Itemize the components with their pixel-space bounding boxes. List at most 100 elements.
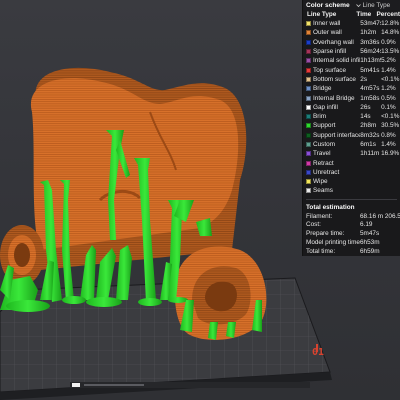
color-swatch bbox=[306, 21, 311, 27]
line-type-time: 1m58s bbox=[360, 94, 380, 102]
estimation-prepare-time: Prepare time: 5m47s bbox=[303, 229, 400, 238]
line-type-time: 26s bbox=[360, 103, 371, 111]
legend-row-inner-wall[interactable]: Inner wall 53m47s 12.8% bbox=[303, 19, 400, 28]
color-swatch bbox=[306, 114, 311, 120]
line-type-name: Support bbox=[313, 122, 336, 130]
line-type-name: Sparse infill bbox=[313, 48, 347, 56]
line-type-name: Seams bbox=[313, 187, 333, 195]
color-scheme-header: Color scheme Line Type bbox=[303, 0, 400, 10]
prepare-time-value: 5m47s bbox=[360, 230, 380, 238]
legend-row-overhang-wall[interactable]: Overhang wall 3m36s 0.9% bbox=[303, 38, 400, 47]
legend-row-gap-infill[interactable]: Gap infill 26s 0.1% bbox=[303, 103, 400, 112]
line-type-time: 53m47s bbox=[360, 20, 382, 28]
line-type-time: 2s bbox=[360, 75, 368, 83]
legend-row-custom[interactable]: Custom 6m1s 1.4% bbox=[303, 140, 400, 149]
total-time-label: Total time: bbox=[306, 247, 336, 255]
line-type-percent: 0.9% bbox=[381, 38, 396, 46]
legend-row-internal-bridge[interactable]: Internal Bridge 1m58s 0.5% bbox=[303, 93, 400, 102]
legend-row-wipe[interactable]: Wipe bbox=[303, 177, 400, 186]
total-estimation-title: Total estimation bbox=[306, 203, 355, 211]
total-time-value: 6h59m bbox=[360, 247, 380, 255]
color-swatch bbox=[306, 76, 311, 82]
cost-value: 6.19 bbox=[360, 221, 373, 229]
color-swatch bbox=[306, 169, 311, 175]
legend-row-brim[interactable]: Brim 14s <0.1% bbox=[303, 112, 400, 121]
filament-label: Filament: bbox=[306, 212, 333, 220]
color-swatch bbox=[306, 123, 311, 129]
line-type-percent: <0.1% bbox=[381, 75, 400, 83]
line-type-percent: <0.1% bbox=[381, 113, 400, 121]
line-type-name: Gap infill bbox=[313, 103, 338, 111]
line-type-name: Internal Bridge bbox=[313, 94, 355, 102]
legend-row-outer-wall[interactable]: Outer wall 1h2m 14.8% bbox=[303, 28, 400, 37]
line-type-name: Support interface bbox=[313, 131, 361, 139]
legend-row-internal-solid-infill[interactable]: Internal solid infill1h13m9s5.2% bbox=[303, 56, 400, 65]
color-swatch bbox=[306, 142, 311, 147]
prepare-time-label: Prepare time: bbox=[306, 230, 345, 238]
color-scheme-title: Color scheme bbox=[306, 1, 350, 9]
model-printing-time-value: 6h53m bbox=[360, 238, 380, 246]
line-type-percent: 0.8% bbox=[381, 131, 396, 139]
line-type-percent: 0.5% bbox=[381, 94, 396, 102]
line-type-percent: 0.1% bbox=[381, 103, 396, 111]
line-type-time: 1h2m bbox=[360, 29, 377, 37]
legend-row-travel[interactable]: Travel 1h11m 16.9% bbox=[303, 149, 400, 158]
color-swatch bbox=[306, 67, 311, 73]
divider bbox=[306, 198, 397, 200]
model-printing-time-label: Model printing time: bbox=[306, 238, 360, 246]
estimation-total-time: Total time: 6h59m bbox=[303, 247, 400, 256]
line-type-name: Internal solid infill bbox=[313, 57, 361, 65]
line-type-time: 5m41s bbox=[360, 66, 380, 74]
legend-row-sparse-infill[interactable]: Sparse infill 56m24s 13.5% bbox=[303, 47, 400, 56]
legend-row-support-interface[interactable]: Support interface 8m32s 0.8% bbox=[303, 131, 400, 140]
legend-row-seams[interactable]: Seams bbox=[303, 186, 400, 195]
line-type-time: 1h13m9s bbox=[360, 57, 381, 65]
color-swatch bbox=[306, 179, 311, 185]
line-type-dropdown[interactable]: Line Type bbox=[355, 1, 391, 9]
line-type-name: Brim bbox=[313, 113, 327, 121]
estimation-model-time: Model printing time: 6h53m bbox=[303, 238, 400, 247]
color-swatch bbox=[306, 39, 311, 45]
line-type-name: Custom bbox=[313, 141, 336, 148]
line-type-time: 1h11m bbox=[360, 150, 380, 158]
color-scheme-panel: Color scheme Line Type Line Type Time Pe… bbox=[302, 0, 400, 256]
line-type-name: Outer wall bbox=[313, 29, 342, 37]
color-swatch bbox=[306, 104, 311, 110]
line-type-time: 8m32s bbox=[360, 131, 380, 139]
color-swatch bbox=[306, 188, 311, 194]
line-type-name: Overhang wall bbox=[313, 38, 354, 46]
line-type-time: 14s bbox=[360, 113, 371, 121]
line-type-percent: 30.5% bbox=[381, 122, 400, 130]
line-type-dropdown-value: Line Type bbox=[362, 1, 391, 9]
legend-row-bottom-surface[interactable]: Bottom surface 2s <0.1% bbox=[303, 75, 400, 84]
color-swatch bbox=[306, 86, 311, 92]
line-type-percent: 16.9% bbox=[381, 150, 400, 158]
estimation-filament: Filament: 68.16 m 206.51 g bbox=[303, 212, 400, 221]
legend-row-unretract[interactable]: Unretract bbox=[303, 168, 400, 177]
line-type-percent: 12.8% bbox=[381, 20, 400, 28]
line-type-time: 4m57s bbox=[360, 85, 380, 93]
legend-row-retract[interactable]: Retract bbox=[303, 158, 400, 167]
color-swatch bbox=[306, 30, 311, 36]
line-type-name: Travel bbox=[313, 150, 331, 158]
color-swatch bbox=[306, 160, 311, 166]
filament-value: 68.16 m 206.51 g bbox=[360, 212, 400, 220]
line-type-percent: 14.8% bbox=[381, 29, 400, 37]
legend-row-support[interactable]: Support 2h8m 30.5% bbox=[303, 121, 400, 130]
legend-row-top-surface[interactable]: Top surface 5m41s 1.4% bbox=[303, 65, 400, 74]
line-type-time: 6m1s bbox=[360, 141, 376, 148]
line-type-percent: 5.2% bbox=[381, 57, 396, 65]
line-type-percent: 1.4% bbox=[381, 66, 396, 74]
plate-index-label: 01 bbox=[311, 347, 324, 358]
legend-column-headers: Line Type Time Percent bbox=[303, 10, 400, 19]
legend-rows: Inner wall 53m47s 12.8% Outer wall 1h2m 14.8%… bbox=[303, 19, 400, 196]
color-swatch bbox=[306, 49, 311, 55]
line-type-name: Bridge bbox=[313, 85, 332, 93]
line-type-name: Inner wall bbox=[313, 20, 341, 28]
line-type-time: 2h8m bbox=[360, 122, 377, 130]
line-type-name: Bottom surface bbox=[313, 75, 356, 83]
chevron-down-icon bbox=[355, 3, 361, 7]
line-type-name: Wipe bbox=[313, 178, 328, 186]
legend-row-bridge[interactable]: Bridge 4m57s 1.2% bbox=[303, 84, 400, 93]
line-type-percent: 1.2% bbox=[381, 85, 396, 93]
